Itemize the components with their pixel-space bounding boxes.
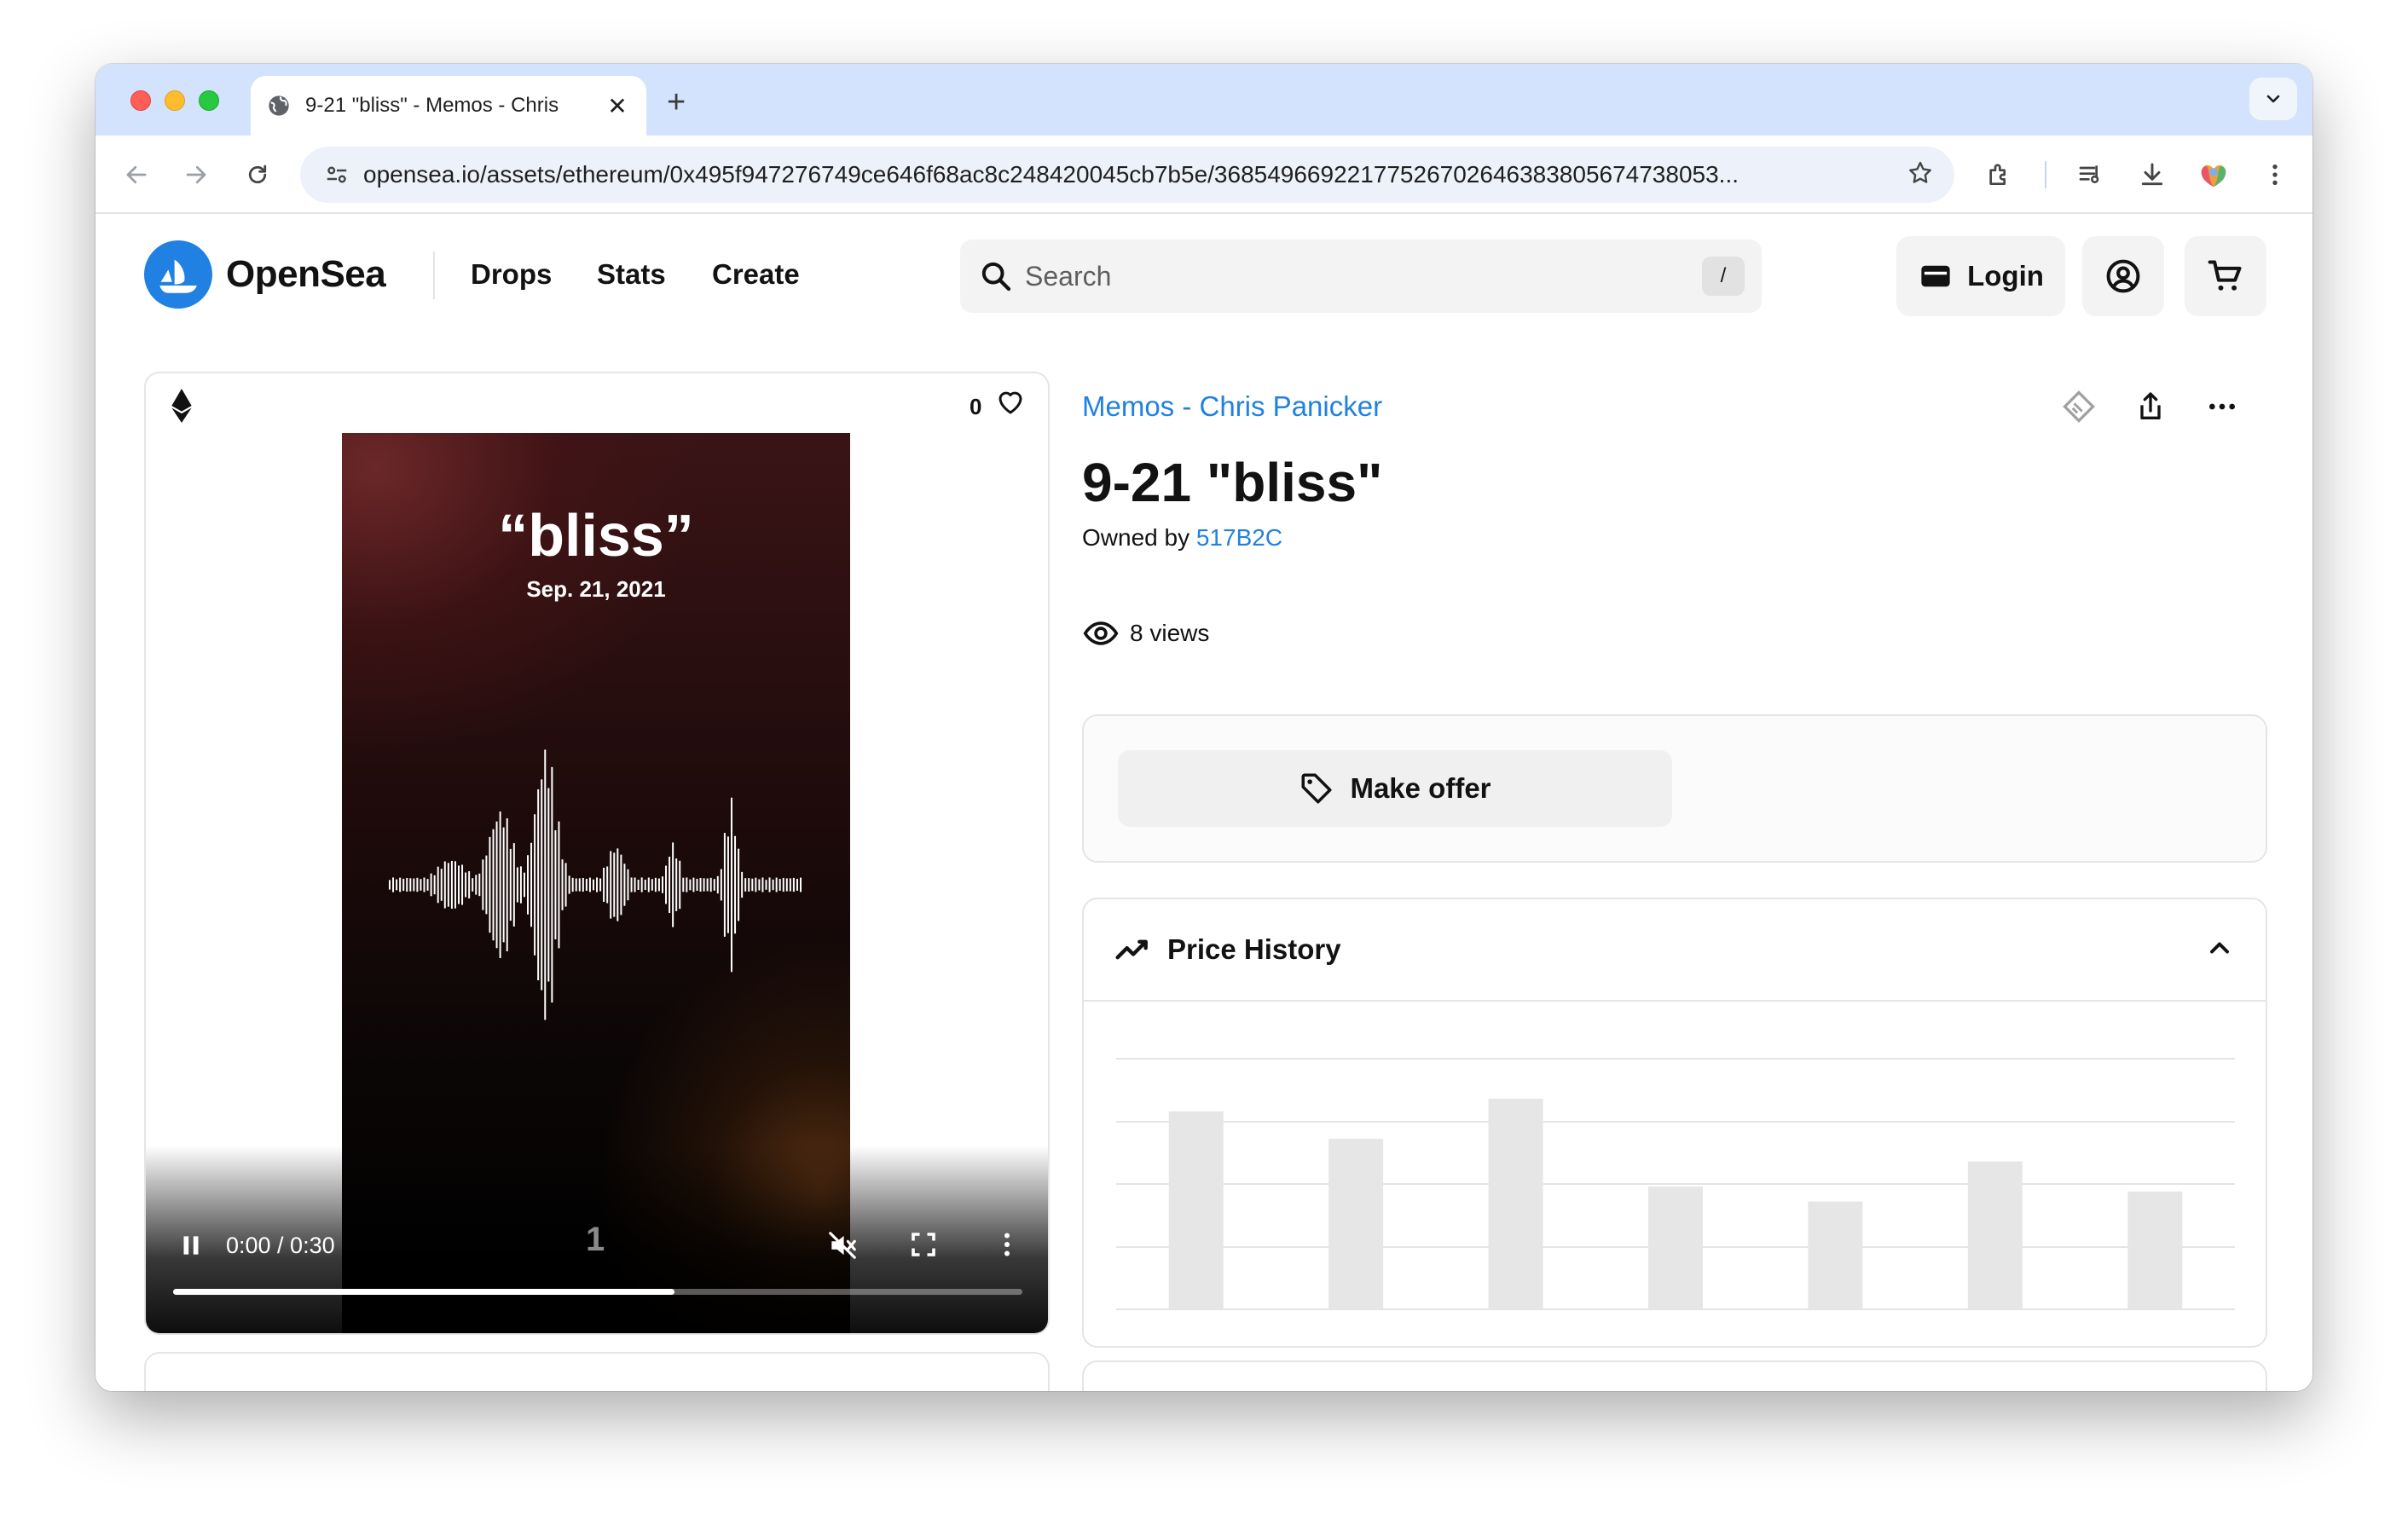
nav-create[interactable]: Create: [712, 258, 800, 291]
mute-icon[interactable]: [826, 1229, 859, 1266]
site-header: OpenSea Drops Stats Create Search / Logi…: [96, 214, 2312, 340]
cart-icon: [2208, 260, 2242, 291]
placeholder-bar: [1967, 1161, 2023, 1309]
collection-link[interactable]: Memos - Chris Panicker: [1082, 390, 1382, 423]
video-player[interactable]: “bliss” Sep. 21, 2021 0:00 / 0:30 1: [146, 433, 1048, 1333]
profile-avatar-icon[interactable]: [2195, 156, 2232, 193]
chevron-up-icon[interactable]: [2204, 933, 2235, 967]
tab-title: 9-21 "bliss" - Memos - Chris: [305, 94, 559, 117]
browser-window: 9-21 "bliss" - Memos - Chris ✕ + opensea…: [96, 64, 2312, 1391]
more-options-icon[interactable]: [2200, 384, 2244, 429]
media-card: 0 “bliss” Sep. 21, 2021 0:00 / 0:30 1: [144, 372, 1050, 1335]
placeholder-bar: [1648, 1186, 1703, 1309]
video-more-icon[interactable]: [992, 1229, 1022, 1264]
poster-date: Sep. 21, 2021: [526, 576, 666, 602]
make-offer-button[interactable]: Make offer: [1118, 750, 1672, 827]
owned-by-label: Owned by: [1082, 524, 1190, 551]
poster-title: “bliss”: [498, 502, 694, 569]
price-history-header[interactable]: Price History: [1084, 899, 2266, 1002]
search-icon: [977, 257, 1015, 295]
tab-search-button[interactable]: [2249, 78, 2297, 120]
wallet-icon: [1921, 265, 1950, 287]
close-window-button[interactable]: [130, 90, 151, 111]
nav-drops[interactable]: Drops: [471, 258, 552, 291]
eye-icon: [1083, 621, 1119, 645]
search-shortcut-key: /: [1702, 257, 1745, 296]
video-time: 0:00 / 0:30: [226, 1233, 335, 1258]
price-history-card: Price History: [1082, 898, 2267, 1348]
video-progress-fill: [173, 1289, 674, 1295]
listings-card: [1082, 1360, 2267, 1391]
price-history-placeholder-chart: [1116, 1058, 2235, 1310]
tab-strip: 9-21 "bliss" - Memos - Chris ✕ +: [96, 64, 2312, 136]
tab-close-icon[interactable]: ✕: [604, 92, 631, 120]
new-tab-button[interactable]: +: [667, 84, 686, 121]
login-button[interactable]: Login: [1896, 236, 2065, 316]
views-row: 8 views: [1082, 615, 1209, 652]
search-input[interactable]: Search /: [960, 240, 1762, 313]
heart-icon[interactable]: [995, 387, 1026, 422]
nav-stats[interactable]: Stats: [597, 258, 666, 291]
description-card: [144, 1352, 1050, 1391]
browser-toolbar: opensea.io/assets/ethereum/0x495f9472767…: [96, 136, 2312, 214]
item-title: 9-21 "bliss": [1082, 452, 1383, 513]
zoom-window-button[interactable]: [199, 90, 219, 111]
chevron-down-icon: [2266, 95, 2280, 103]
opensea-logo-icon[interactable]: [144, 240, 212, 309]
transfer-tag-icon[interactable]: [2057, 384, 2101, 429]
placeholder-bar: [1168, 1111, 1224, 1309]
price-history-title: Price History: [1167, 933, 1341, 965]
placeholder-bar: [1808, 1201, 1863, 1309]
tag-icon: [1301, 773, 1332, 804]
user-circle-icon: [2106, 259, 2140, 293]
site-settings-icon[interactable]: [321, 159, 353, 191]
bookmark-star-icon[interactable]: [1907, 159, 1934, 191]
extensions-icon[interactable]: [1980, 156, 2017, 193]
minimize-window-button[interactable]: [165, 90, 185, 111]
url-text: opensea.io/assets/ethereum/0x495f9472767…: [363, 161, 1739, 188]
views-count: 8 views: [1130, 620, 1210, 646]
placeholder-bar: [2127, 1191, 2183, 1309]
forward-icon[interactable]: [177, 156, 215, 193]
browser-menu-icon[interactable]: [2256, 156, 2294, 193]
make-offer-label: Make offer: [1350, 772, 1491, 804]
login-label: Login: [1967, 260, 2044, 292]
favorites-count: 0: [970, 394, 982, 419]
fullscreen-icon[interactable]: [908, 1229, 939, 1264]
pause-icon[interactable]: [177, 1231, 205, 1264]
search-placeholder: Search: [1025, 260, 1112, 292]
ethereum-icon: [170, 389, 194, 427]
owned-by-row: Owned by 517B2C: [1082, 524, 1282, 552]
placeholder-bar: [1488, 1099, 1543, 1309]
opensea-page: OpenSea Drops Stats Create Search / Logi…: [96, 214, 2312, 1391]
download-icon[interactable]: [2133, 156, 2171, 193]
account-button[interactable]: [2082, 236, 2164, 316]
header-divider: [433, 251, 435, 299]
cart-button[interactable]: [2185, 236, 2266, 316]
reading-list-icon[interactable]: [2072, 156, 2110, 193]
audio-waveform: [389, 749, 802, 1020]
back-icon[interactable]: [118, 156, 155, 193]
owner-link[interactable]: 517B2C: [1196, 524, 1282, 551]
toolbar-separator: [2045, 161, 2046, 188]
share-icon[interactable]: [2128, 384, 2173, 429]
offer-card: Make offer: [1082, 714, 2267, 863]
placeholder-bar: [1328, 1139, 1384, 1309]
browser-tab[interactable]: 9-21 "bliss" - Memos - Chris ✕: [251, 76, 646, 136]
globe-icon: [266, 93, 292, 118]
video-page-number: 1: [586, 1221, 605, 1258]
address-bar[interactable]: opensea.io/assets/ethereum/0x495f9472767…: [300, 147, 1954, 203]
video-progress-bar[interactable]: [173, 1289, 1022, 1295]
opensea-wordmark[interactable]: OpenSea: [226, 253, 386, 296]
reload-icon[interactable]: [239, 156, 276, 193]
trending-line-icon: [1115, 939, 1148, 960]
